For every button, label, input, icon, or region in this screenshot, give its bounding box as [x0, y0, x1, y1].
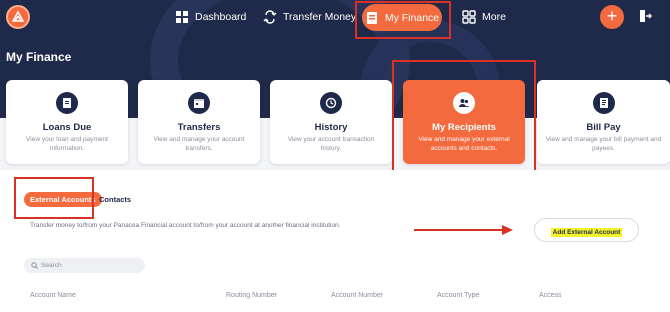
card-description: View your loan and payment information. — [26, 136, 108, 152]
card-title: Bill Pay — [586, 122, 621, 133]
calendar-icon — [188, 92, 210, 114]
card-description: View and manage your bill payment and pa… — [545, 136, 662, 152]
nav-dashboard-label: Dashboard — [195, 11, 247, 23]
document-icon — [56, 92, 78, 114]
column-header-routing-number: Routing Number — [226, 292, 277, 299]
bill-icon — [592, 92, 615, 114]
column-header-account-number: Account Number — [331, 292, 384, 299]
card-title: History — [314, 122, 348, 133]
dashboard-icon — [176, 11, 188, 23]
card-title: Loans Due — [42, 122, 92, 133]
logo-icon[interactable] — [6, 5, 30, 29]
annotation-box-recipients — [392, 60, 536, 183]
nav-transfer-money[interactable]: Transfer Money — [263, 7, 356, 27]
column-header-account-type: Account Type — [437, 292, 480, 299]
column-header-access: Access — [539, 292, 562, 299]
grid-icon — [462, 10, 476, 24]
annotation-box-external-accounts — [14, 177, 94, 219]
history-icon — [320, 92, 342, 114]
tab-contacts[interactable]: Contacts — [99, 192, 131, 207]
column-header-account-name: Account Name — [30, 292, 76, 299]
annotation-arrow-icon — [414, 225, 513, 235]
card-description: View your account transaction history. — [287, 136, 375, 152]
add-button[interactable]: + — [600, 5, 624, 29]
nav-more-label: More — [482, 11, 506, 23]
nav-dashboard[interactable]: Dashboard — [175, 7, 246, 27]
logout-icon[interactable] — [638, 9, 652, 23]
page-title: My Finance — [6, 50, 72, 64]
finance-cards: Loans Due View your loan and payment inf… — [0, 80, 670, 166]
search-placeholder: Search — [41, 262, 62, 269]
panel-description: Transfer money to/from your Panacea Fina… — [30, 222, 341, 229]
transfer-icon — [263, 10, 277, 24]
nav-more[interactable]: More — [462, 7, 506, 27]
card-transfers[interactable]: Transfers View and manage your account t… — [138, 80, 260, 164]
nav-transfer-label: Transfer Money — [283, 11, 357, 23]
add-external-account-label: Add External Account — [550, 228, 623, 237]
card-description: View and manage your account transfers. — [153, 136, 245, 152]
card-loans-due[interactable]: Loans Due View your loan and payment inf… — [6, 80, 128, 164]
card-bill-pay[interactable]: Bill Pay View and manage your bill payme… — [537, 80, 670, 164]
search-input[interactable]: Search — [24, 258, 145, 273]
search-icon — [31, 262, 38, 269]
add-external-account-button[interactable]: Add External Account — [534, 218, 639, 242]
card-title: Transfers — [177, 122, 221, 133]
recipients-panel: External Accounts Contacts Transfer mone… — [0, 170, 670, 312]
annotation-box-finance — [355, 1, 451, 39]
top-navigation: Dashboard Transfer Money My Finance More… — [0, 0, 670, 34]
card-history[interactable]: History View your account transaction hi… — [270, 80, 392, 164]
